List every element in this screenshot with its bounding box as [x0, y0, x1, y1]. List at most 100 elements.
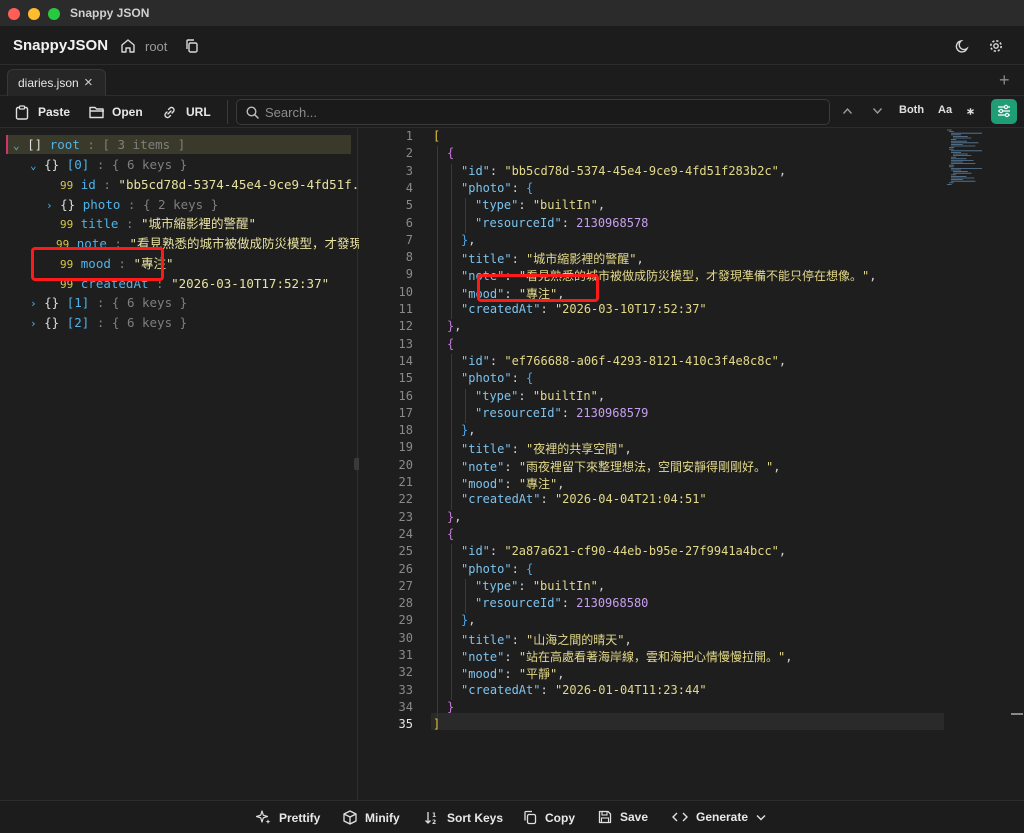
add-tab-button[interactable]: +	[999, 70, 1010, 91]
copy-button[interactable]: Copy	[523, 810, 575, 825]
line-number: 33	[398, 682, 413, 697]
generate-button[interactable]: Generate	[672, 810, 766, 824]
tree-node-photo[interactable]: › {} photo : { 2 keys }	[46, 195, 218, 214]
tree-node-item0[interactable]: ⌄ {} [0] : { 6 keys }	[30, 155, 187, 174]
match-case-toggle[interactable]: Aa	[938, 104, 952, 116]
object-icon: {}	[44, 157, 60, 172]
code-line: },	[461, 232, 476, 247]
breadcrumb[interactable]: root	[145, 39, 167, 54]
close-icon[interactable]: ×	[84, 74, 93, 91]
generate-label: Generate	[696, 810, 749, 824]
tree-key: id	[80, 177, 96, 192]
chevron-right-icon[interactable]: ›	[46, 199, 53, 212]
search-box[interactable]	[236, 99, 830, 125]
tree-value: "bb5cd78d-5374-45e4-9ce9-4fd51f..."	[118, 177, 382, 192]
minify-button[interactable]: Minify	[343, 810, 400, 825]
indent-guide	[465, 388, 466, 424]
code-line: "type": "builtIn",	[475, 578, 606, 593]
line-number: 12	[398, 319, 413, 334]
app-brand: SnappyJSON	[13, 37, 109, 54]
code-line: "photo": {	[461, 371, 534, 386]
search-input[interactable]	[265, 104, 805, 121]
scrollbar-marker[interactable]	[1011, 713, 1023, 715]
gear-icon[interactable]	[988, 38, 1004, 54]
code-editor[interactable]: 1 2 3 4 5 6 7 8 9 10 11 12 13 14 15 16 17 18 19 20 21 22 23 24 2…	[359, 128, 1024, 800]
line-number: 6	[405, 215, 413, 230]
moon-icon[interactable]	[955, 38, 971, 54]
code-line: "mood": "專注",	[461, 477, 565, 491]
tab-diaries-json[interactable]: diaries.json ×	[7, 69, 106, 96]
tree-node-title[interactable]: 99 title : "城市縮影裡的警醒"	[60, 214, 256, 233]
zoom-window-button[interactable]	[48, 8, 60, 20]
line-number: 2	[405, 146, 413, 161]
search-icon	[246, 106, 259, 119]
tree-summary: { 6 keys }	[111, 157, 188, 172]
code-line: "resourceId": 2130968579	[475, 405, 649, 420]
tab-label: diaries.json	[18, 76, 79, 90]
tree-node-item2[interactable]: › {} [2] : { 6 keys }	[30, 313, 187, 332]
url-button[interactable]: URL	[162, 103, 211, 121]
code-line: ]	[433, 717, 441, 732]
line-number: 1	[405, 129, 413, 143]
copy-path-icon[interactable]	[184, 38, 200, 54]
tree-value: "城市縮影裡的警醒"	[141, 216, 257, 231]
toolbar-divider	[227, 100, 228, 124]
filter-settings-button[interactable]	[991, 99, 1017, 124]
sort-keys-label: Sort Keys	[447, 810, 504, 825]
chevron-right-icon[interactable]: ›	[30, 297, 37, 310]
copy-icon	[524, 810, 537, 825]
line-number: 11	[398, 302, 413, 316]
code-line: {	[447, 526, 455, 541]
search-scope-both[interactable]: Both	[899, 104, 924, 116]
line-number: 18	[398, 423, 413, 438]
code-line: },	[461, 423, 476, 438]
code-brackets-icon	[672, 812, 688, 822]
paste-button[interactable]: Paste	[15, 103, 70, 121]
line-number: 19	[398, 440, 413, 455]
chevron-down-icon[interactable]: ⌄	[30, 159, 37, 172]
tree-summary: { 6 keys }	[111, 295, 188, 310]
chevron-right-icon[interactable]: ›	[30, 317, 37, 330]
link-icon	[164, 106, 175, 118]
tree-key: root	[49, 137, 80, 152]
tree-node-root[interactable]: ⌄ [] root : [ 3 items ]	[13, 135, 185, 154]
box-icon	[343, 810, 357, 825]
tab-bar: diaries.json × +	[0, 65, 1024, 96]
folder-icon	[89, 106, 104, 119]
line-number: 9	[405, 267, 413, 282]
save-button[interactable]: Save	[598, 810, 648, 824]
tree-node-id[interactable]: 99 id : "bb5cd78d-5374-45e4-9ce9-4fd51f.…	[60, 175, 382, 194]
line-number: 30	[398, 630, 413, 645]
sort-keys-button[interactable]: 1 2 Sort Keys	[424, 810, 503, 825]
chevron-down-icon[interactable]	[872, 107, 883, 115]
line-number: 17	[398, 405, 413, 420]
chevron-down-icon[interactable]: ⌄	[13, 139, 20, 152]
code-line: "type": "builtIn",	[475, 198, 606, 213]
line-number: 3	[405, 163, 413, 178]
code-line: "id": "bb5cd78d-5374-45e4-9ce9-4fd51f283…	[461, 163, 787, 178]
line-number: 4	[405, 180, 413, 195]
chevron-down-icon	[756, 814, 766, 820]
line-number: 32	[398, 665, 413, 680]
svg-text:2: 2	[432, 819, 436, 825]
line-number: 29	[398, 613, 413, 628]
indent-guide	[451, 544, 452, 700]
code-minimap[interactable]	[945, 128, 1005, 188]
tree-node-item1[interactable]: › {} [1] : { 6 keys }	[30, 293, 187, 312]
regex-toggle[interactable]: ⁎	[967, 101, 974, 118]
tree-key: photo	[82, 197, 121, 212]
line-number: 7	[405, 232, 413, 247]
open-button[interactable]: Open	[89, 103, 143, 121]
chevron-up-icon[interactable]	[842, 107, 853, 115]
close-window-button[interactable]	[8, 8, 20, 20]
code-line: "resourceId": 2130968580	[475, 596, 649, 611]
tree-summary: { 6 keys }	[111, 315, 188, 330]
minimize-window-button[interactable]	[28, 8, 40, 20]
svg-text:1: 1	[432, 812, 436, 819]
home-icon[interactable]	[120, 38, 136, 54]
string-icon: 99	[60, 179, 74, 192]
line-number: 13	[398, 336, 413, 351]
tree-value: "看見熟悉的城市被做成防災模型，才發現準...	[129, 236, 398, 251]
line-number: 15	[398, 371, 413, 386]
prettify-button[interactable]: Prettify	[256, 810, 320, 825]
